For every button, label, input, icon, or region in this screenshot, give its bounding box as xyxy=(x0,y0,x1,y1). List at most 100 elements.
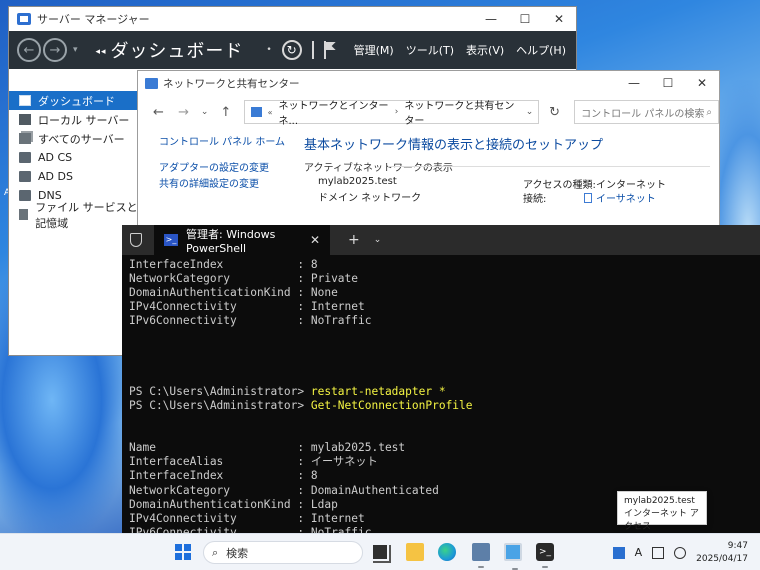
start-button[interactable] xyxy=(175,544,191,560)
sidebar-item-ad-cs[interactable]: AD CS xyxy=(9,148,139,167)
terminal-line: PS C:\Users\Administrator> restart-netad… xyxy=(129,385,753,399)
terminal-command: restart-netadapter * xyxy=(310,384,446,398)
recent-locations-icon[interactable]: ⌄ xyxy=(196,107,213,117)
sidebar-item-dashboard[interactable]: ダッシュボード xyxy=(9,91,139,110)
system-tray: A 9:47 2025/04/17 xyxy=(612,534,760,570)
connection-label: 接続: xyxy=(523,194,547,205)
divider xyxy=(388,166,710,167)
minimize-button[interactable]: — xyxy=(474,12,508,26)
file-explorer-icon[interactable] xyxy=(406,543,424,561)
sidebar-item-label: AD DS xyxy=(38,170,73,183)
link-advanced-sharing-settings[interactable]: 共有の詳細設定の変更 xyxy=(159,175,259,190)
terminal-line: InterfaceIndex : 8 xyxy=(129,258,753,272)
terminal-line-text: IPv6Connectivity : NoTraffic xyxy=(129,314,372,328)
link-change-adapter-settings[interactable]: アダプターの設定の変更 xyxy=(159,159,269,174)
connection-link[interactable]: イーサネット xyxy=(584,190,656,205)
task-view-icon[interactable] xyxy=(371,543,389,561)
taskbar-clock[interactable]: 9:47 2025/04/17 xyxy=(696,540,748,566)
maximize-button[interactable]: ☐ xyxy=(651,76,685,90)
chevron-left-icon: « xyxy=(267,107,273,117)
search-placeholder: コントロール パネルの検索 xyxy=(581,108,705,120)
close-tab-icon[interactable]: ✕ xyxy=(310,233,320,247)
edge-browser-icon[interactable] xyxy=(438,543,456,561)
network-center-titlebar[interactable]: ネットワークと共有センター — ☐ ✕ xyxy=(138,71,719,95)
breadcrumb-network-internet[interactable]: ネットワークとインターネ... xyxy=(278,97,388,127)
chevron-down-icon[interactable]: • xyxy=(266,45,271,55)
server-manager-titlebar[interactable]: サーバー マネージャー — ☐ ✕ xyxy=(9,7,576,31)
close-button[interactable]: ✕ xyxy=(685,76,719,90)
access-type-value: インターネット xyxy=(596,180,666,191)
page-heading: 基本ネットワーク情報の表示と接続のセットアップ xyxy=(304,138,604,153)
servers-icon xyxy=(19,133,31,144)
role-icon xyxy=(19,152,31,163)
clock-time: 9:47 xyxy=(727,540,748,551)
windows-logo-pane xyxy=(175,544,182,551)
minimize-button[interactable]: — xyxy=(617,76,651,90)
toolbar-icons: • ↻ xyxy=(266,40,335,60)
menu-help[interactable]: ヘルプ(H) xyxy=(516,42,566,58)
terminal-line-text: IPv4Connectivity : Internet xyxy=(129,300,365,314)
terminal-window: >_ 管理者: Windows PowerShell ✕ + ⌄ Interfa… xyxy=(122,225,760,539)
chevron-right-icon: › xyxy=(394,107,399,117)
back-arrow-icon[interactable]: ← xyxy=(146,105,171,120)
back-button[interactable]: ← xyxy=(17,38,41,62)
terminal-line-text: IPv4Connectivity : Internet xyxy=(129,511,365,525)
role-icon xyxy=(19,171,31,182)
windows-logo-pane xyxy=(184,544,191,551)
taskbar-search-label: 検索 xyxy=(226,546,249,560)
tooltip-access-status: インターネット アクセス xyxy=(624,509,699,532)
volume-icon[interactable] xyxy=(674,546,687,559)
network-center-app-icon xyxy=(145,77,158,89)
terminal-line-text: InterfaceAlias : イーサネット xyxy=(129,455,378,469)
server-manager-app-icon xyxy=(17,13,31,25)
sidebar-item-label: ローカル サーバー xyxy=(38,113,130,127)
history-dropdown-icon[interactable]: ▾ xyxy=(73,45,78,55)
sidebar-item-ad-ds[interactable]: AD DS xyxy=(9,167,139,186)
new-tab-button[interactable]: + xyxy=(348,232,360,248)
address-bar[interactable]: « ネットワークとインターネ... › ネットワークと共有センター ⌄ xyxy=(244,97,540,127)
menu-view[interactable]: 表示(V) xyxy=(466,42,504,58)
up-arrow-icon[interactable]: ↑ xyxy=(213,105,238,120)
terminal-tab[interactable]: >_ 管理者: Windows PowerShell ✕ xyxy=(154,225,330,255)
taskbar-search[interactable]: ⌕ 検索 xyxy=(203,541,363,564)
input-indicator-icon[interactable] xyxy=(612,546,625,559)
search-input[interactable]: コントロール パネルの検索 ⌕ xyxy=(574,100,719,124)
connection-value: イーサネット xyxy=(596,194,656,205)
forward-button[interactable]: → xyxy=(43,38,67,62)
page-title: ダッシュボード xyxy=(96,37,244,63)
sidebar-item-file-services[interactable]: ファイル サービスと記憶域 xyxy=(9,201,139,230)
terminal-line: InterfaceAlias : イーサネット xyxy=(129,455,753,469)
network-center-title: ネットワークと共有センター xyxy=(163,77,300,90)
menu-tools[interactable]: ツール(T) xyxy=(406,42,454,58)
divider xyxy=(311,41,314,59)
terminal-line-text: InterfaceIndex : 8 xyxy=(129,258,318,271)
link-control-panel-home[interactable]: コントロール パネル ホーム xyxy=(159,133,285,148)
chevron-down-icon[interactable]: ⌄ xyxy=(374,235,382,245)
server-manager-title: サーバー マネージャー xyxy=(37,13,150,26)
network-center-taskbar-icon[interactable] xyxy=(504,543,522,570)
breadcrumb-network-center[interactable]: ネットワークと共有センター xyxy=(404,97,515,127)
close-button[interactable]: ✕ xyxy=(542,12,576,26)
terminal-line-text: PS C:\Users\Administrator> xyxy=(129,384,311,398)
address-dropdown-icon[interactable]: ⌄ xyxy=(521,107,538,117)
terminal-line-text: NetworkCategory : DomainAuthenticated xyxy=(129,483,439,497)
server-manager-taskbar-icon[interactable] xyxy=(472,543,490,568)
tooltip-network-name: mylab2025.test xyxy=(624,496,695,506)
tab-title: 管理者: Windows PowerShell xyxy=(186,227,276,255)
refresh-icon[interactable]: ↻ xyxy=(543,105,566,120)
notification-flag-icon[interactable] xyxy=(323,41,336,59)
network-icon[interactable] xyxy=(652,546,665,559)
terminal-line: IPv4Connectivity : Internet xyxy=(129,300,753,314)
terminal-taskbar-icon[interactable]: >_ xyxy=(536,543,554,568)
sidebar-item-all-servers[interactable]: すべてのサーバー xyxy=(9,129,139,148)
menu-manage[interactable]: 管理(M) xyxy=(354,42,394,58)
forward-arrow-icon[interactable]: → xyxy=(171,105,196,120)
maximize-button[interactable]: ☐ xyxy=(508,12,542,26)
ime-indicator[interactable]: A xyxy=(635,546,643,559)
refresh-icon[interactable]: ↻ xyxy=(281,40,302,60)
sidebar-item-local-server[interactable]: ローカル サーバー xyxy=(9,110,139,129)
windows-logo-pane xyxy=(175,553,182,560)
search-icon: ⌕ xyxy=(212,545,219,559)
